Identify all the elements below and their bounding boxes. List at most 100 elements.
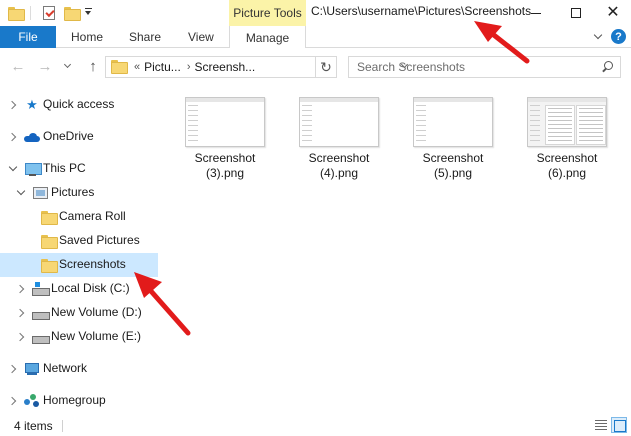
expand-chevron-icon[interactable] (8, 132, 18, 142)
nav-item-label: Network (43, 361, 88, 375)
collapse-chevron-icon[interactable] (16, 188, 26, 198)
nav-item-screenshots[interactable]: Screenshots (0, 253, 158, 277)
thumbnail-image (185, 97, 265, 147)
nav-item-new-volume-e[interactable]: New Volume (E:) (0, 325, 158, 349)
file-item[interactable]: Screenshot (6).png (517, 94, 617, 190)
nav-item-network[interactable]: Network (0, 357, 158, 381)
nav-item-label: Homegroup (43, 393, 106, 407)
close-icon: ✕ (606, 4, 620, 21)
large-icons-view-icon[interactable] (611, 417, 627, 433)
file-list: Screenshot (3).png Screenshot (4).png Scre… (160, 85, 631, 415)
nav-item-quick-access[interactable]: ★ Quick access (0, 93, 158, 117)
item-count: 4 items (14, 419, 53, 433)
nav-item-homegroup[interactable]: Homegroup (0, 389, 158, 413)
nav-item-label: Screenshots (59, 257, 126, 271)
nav-item-label: Saved Pictures (59, 233, 140, 247)
help-icon[interactable]: ? (611, 29, 626, 44)
collapse-chevron-icon[interactable] (8, 164, 18, 174)
navigation-pane: ★ Quick access OneDrive This PC Pictures… (0, 85, 160, 415)
tab-file[interactable]: File (0, 26, 56, 48)
expand-chevron-icon[interactable] (8, 100, 18, 110)
expand-chevron-icon[interactable] (16, 308, 26, 318)
nav-item-label: Pictures (51, 185, 95, 199)
breadcrumb-pictures[interactable]: Pictu... (144, 60, 181, 74)
expand-chevron-icon[interactable] (8, 396, 18, 406)
quick-access-separator (30, 6, 31, 20)
nav-item-label: This PC (43, 161, 86, 175)
nav-item-onedrive[interactable]: OneDrive (0, 125, 158, 149)
breadcrumb-screenshots[interactable]: Screensh... (194, 60, 255, 74)
minimize-button[interactable] (517, 0, 555, 26)
folder-icon (40, 234, 58, 249)
nav-item-label: Camera Roll (59, 209, 126, 223)
customize-quick-access-icon[interactable] (84, 6, 93, 18)
search-input[interactable]: Search Screenshots (348, 56, 621, 78)
up-arrow-icon[interactable]: ↑ (84, 57, 102, 75)
nav-item-pictures[interactable]: Pictures (0, 181, 158, 205)
file-name: Screenshot (4).png (308, 151, 370, 180)
nav-item-new-volume-d[interactable]: New Volume (D:) (0, 301, 158, 325)
properties-icon[interactable] (40, 4, 58, 22)
nav-item-this-pc[interactable]: This PC (0, 157, 158, 181)
refresh-icon[interactable]: ↻ (315, 56, 337, 78)
file-item[interactable]: Screenshot (4).png (289, 94, 389, 190)
expand-ribbon-chevron-icon[interactable] (592, 31, 604, 43)
drive-icon (32, 330, 50, 344)
expand-chevron-icon[interactable] (8, 364, 18, 374)
breadcrumb-overflow[interactable]: « (134, 61, 140, 73)
back-arrow-icon[interactable]: ← (9, 57, 27, 75)
nav-item-label: Quick access (43, 97, 115, 111)
file-name: Screenshot (6).png (536, 151, 598, 180)
homegroup-icon (24, 394, 40, 408)
star-icon: ★ (26, 97, 38, 112)
new-folder-icon[interactable] (62, 4, 81, 22)
close-button[interactable]: ✕ (594, 0, 631, 26)
windows-drive-icon (32, 281, 50, 296)
search-icon[interactable] (601, 61, 613, 73)
recent-locations-chevron-icon[interactable] (62, 57, 74, 75)
nav-item-label: Local Disk (C:) (51, 281, 130, 295)
breadcrumb-separator[interactable]: › (187, 61, 191, 73)
maximize-button[interactable] (557, 0, 595, 26)
status-separator (62, 420, 63, 432)
nav-item-saved-pictures[interactable]: Saved Pictures (0, 229, 158, 253)
nav-item-camera-roll[interactable]: Camera Roll (0, 205, 158, 229)
nav-item-local-disk-c[interactable]: Local Disk (C:) (0, 277, 158, 301)
window-title: C:\Users\username\Pictures\Screenshots (311, 4, 532, 18)
drive-icon (32, 306, 50, 320)
tab-share[interactable]: Share (129, 26, 161, 48)
file-item[interactable]: Screenshot (5).png (403, 94, 503, 190)
forward-arrow-icon[interactable]: → (36, 57, 54, 75)
folder-icon (6, 4, 25, 22)
expand-chevron-icon[interactable] (16, 284, 26, 294)
search-placeholder: Search Screenshots (357, 60, 466, 74)
nav-item-label: New Volume (E:) (51, 329, 142, 343)
address-folder-icon (111, 59, 128, 75)
network-icon (24, 362, 40, 376)
thumbnail-image (413, 97, 493, 147)
folder-icon (40, 210, 58, 225)
minimize-icon (531, 12, 541, 14)
picture-tools-label: Picture Tools (229, 0, 306, 26)
title-bar: Picture Tools C:\Users\username\Pictures… (0, 0, 631, 26)
navigation-bar: ← → ↑ « Pictu... › Screensh... ↻ Search … (0, 48, 631, 85)
computer-icon (24, 162, 42, 176)
details-view-icon[interactable] (593, 417, 609, 433)
nav-item-label: OneDrive (43, 129, 94, 143)
file-name: Screenshot (3).png (194, 151, 256, 180)
address-bar[interactable]: « Pictu... › Screensh... (105, 56, 337, 78)
thumbnail-image (299, 97, 379, 147)
file-name: Screenshot (5).png (422, 151, 484, 180)
status-bar: 4 items (0, 415, 631, 436)
maximize-icon (571, 8, 581, 18)
thumbnail-image (527, 97, 607, 147)
expand-chevron-icon[interactable] (16, 332, 26, 342)
file-item[interactable]: Screenshot (3).png (175, 94, 275, 190)
pictures-library-icon (32, 186, 48, 200)
folder-icon (40, 258, 58, 273)
tab-view[interactable]: View (188, 26, 214, 48)
ribbon-tabs: File Home Share View Manage ? (0, 26, 631, 49)
tab-manage[interactable]: Manage (229, 26, 306, 49)
tab-home[interactable]: Home (71, 26, 103, 48)
nav-item-label: New Volume (D:) (51, 305, 142, 319)
